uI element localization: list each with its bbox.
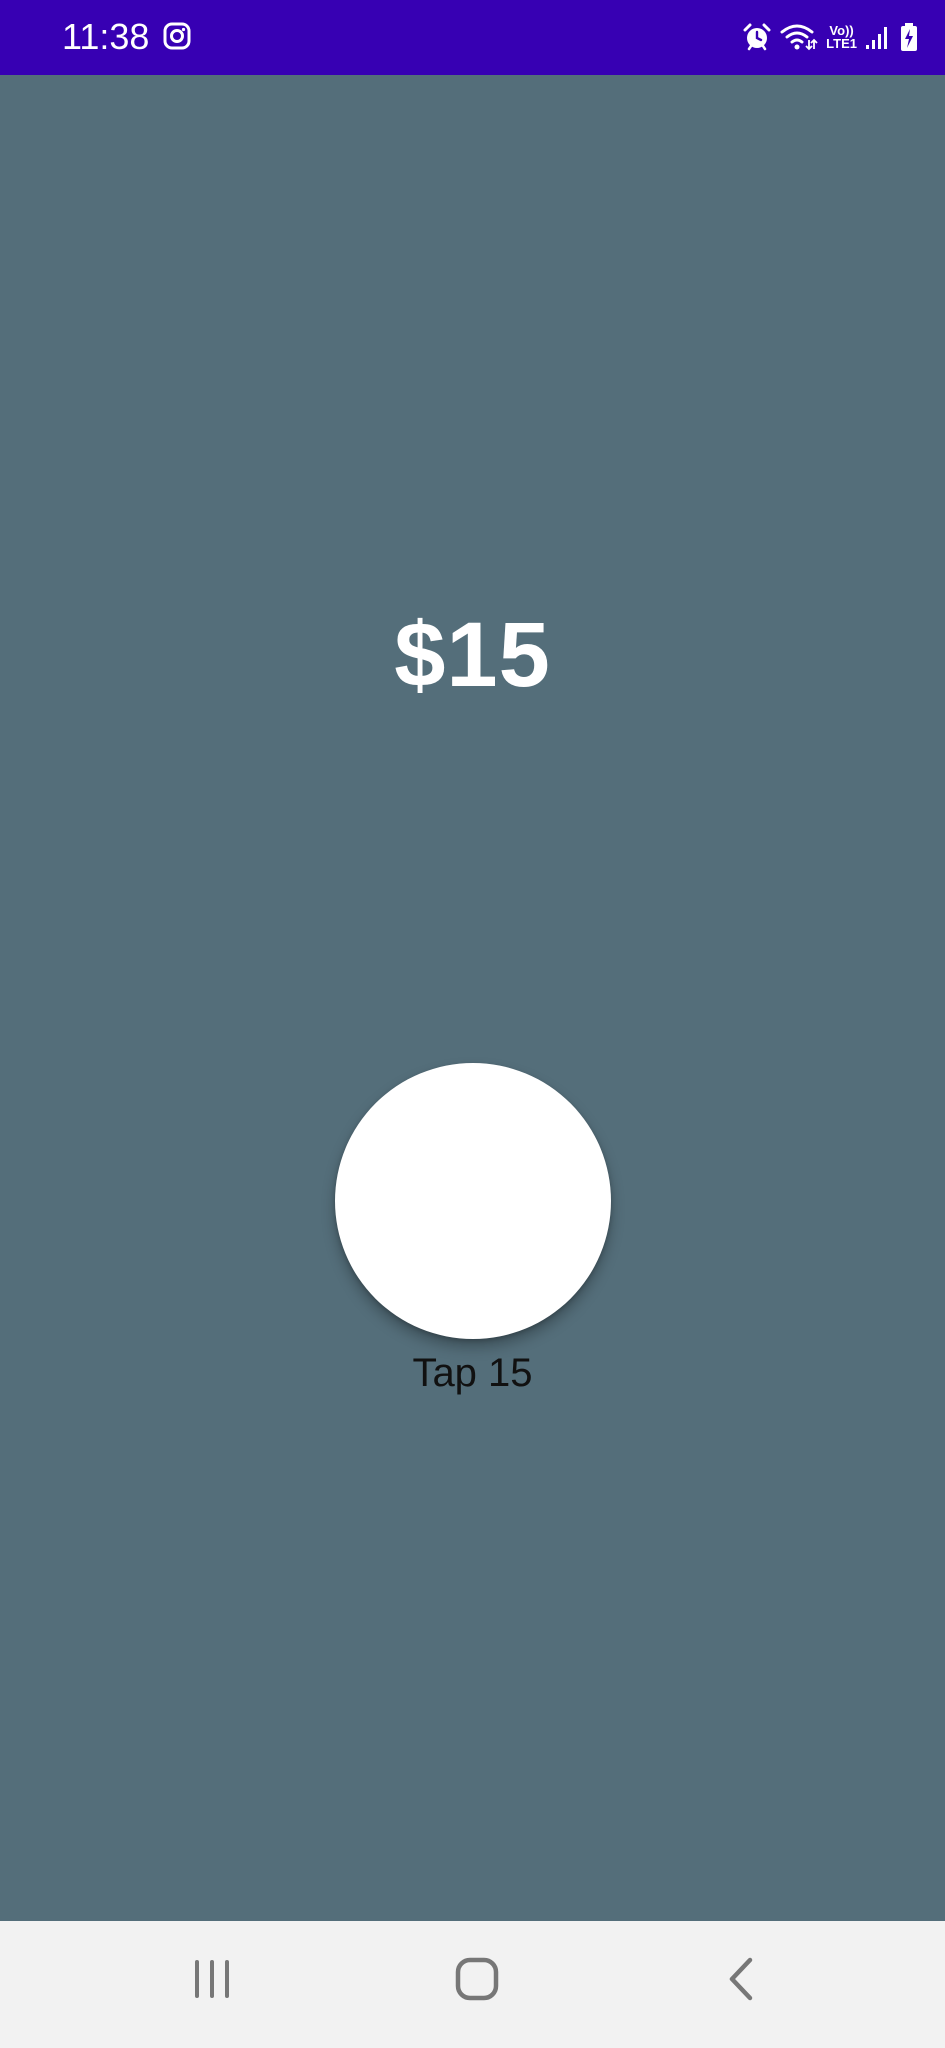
recent-apps-button[interactable] <box>157 1941 267 2021</box>
status-time: 11:38 <box>62 16 150 57</box>
alarm-icon <box>742 22 772 52</box>
main-content: $15 Tap 15 <box>0 75 945 1921</box>
tap-label: Tap 15 <box>412 1351 533 1395</box>
tap-button[interactable] <box>335 1063 611 1339</box>
home-icon <box>454 1956 500 2007</box>
nav-bar <box>0 1921 945 2048</box>
back-button[interactable] <box>687 1941 797 2021</box>
status-bar: 11:38 Vo)) LTE1 <box>0 0 945 75</box>
amount-display: $15 <box>394 604 551 706</box>
home-button[interactable] <box>422 1941 532 2021</box>
signal-icon <box>865 23 891 51</box>
volte-line2: LTE1 <box>826 36 857 51</box>
recent-apps-icon <box>190 1957 234 2006</box>
status-icons: Vo)) LTE1 <box>742 18 919 56</box>
back-icon <box>722 1956 762 2007</box>
instagram-icon <box>163 22 191 50</box>
wifi-icon <box>780 22 818 52</box>
volte-icon: Vo)) LTE1 <box>826 24 857 50</box>
battery-charging-icon <box>899 22 919 52</box>
